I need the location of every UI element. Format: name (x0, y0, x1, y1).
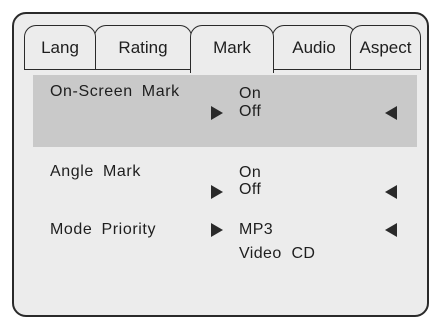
tab-bar: Lang Rating Mark Audio Aspect (24, 25, 421, 73)
option-off[interactable]: Off (239, 181, 261, 199)
option-on[interactable]: On (239, 164, 261, 182)
option-video-cd[interactable]: Video CD (239, 245, 315, 263)
tab-aspect[interactable]: Aspect (350, 25, 421, 69)
setting-row-mode-priority[interactable]: Mode Priority MP3 Video CD (33, 219, 417, 269)
triangle-left-icon[interactable] (385, 106, 397, 120)
option-off[interactable]: Off (239, 103, 261, 121)
setting-label: On-Screen Mark (50, 83, 180, 100)
option-on[interactable]: On (239, 85, 261, 103)
option-mp3[interactable]: MP3 (239, 221, 273, 239)
tab-lang[interactable]: Lang (24, 25, 96, 69)
setting-row-angle-mark[interactable]: Angle Mark On Off (33, 157, 417, 201)
mark-settings-content: On-Screen Mark On Off Angle Mark On Off … (24, 69, 421, 303)
setting-row-on-screen-mark[interactable]: On-Screen Mark On Off (33, 75, 417, 147)
triangle-right-icon (211, 223, 223, 237)
triangle-right-icon (211, 185, 223, 199)
tab-mark[interactable]: Mark (190, 25, 274, 73)
setting-label: Angle Mark (50, 163, 141, 180)
triangle-right-icon (211, 106, 223, 120)
triangle-left-icon[interactable] (385, 185, 397, 199)
setting-label: Mode Priority (50, 221, 157, 238)
triangle-left-icon[interactable] (385, 223, 397, 237)
tab-audio[interactable]: Audio (272, 25, 356, 69)
tab-rating[interactable]: Rating (94, 25, 192, 69)
